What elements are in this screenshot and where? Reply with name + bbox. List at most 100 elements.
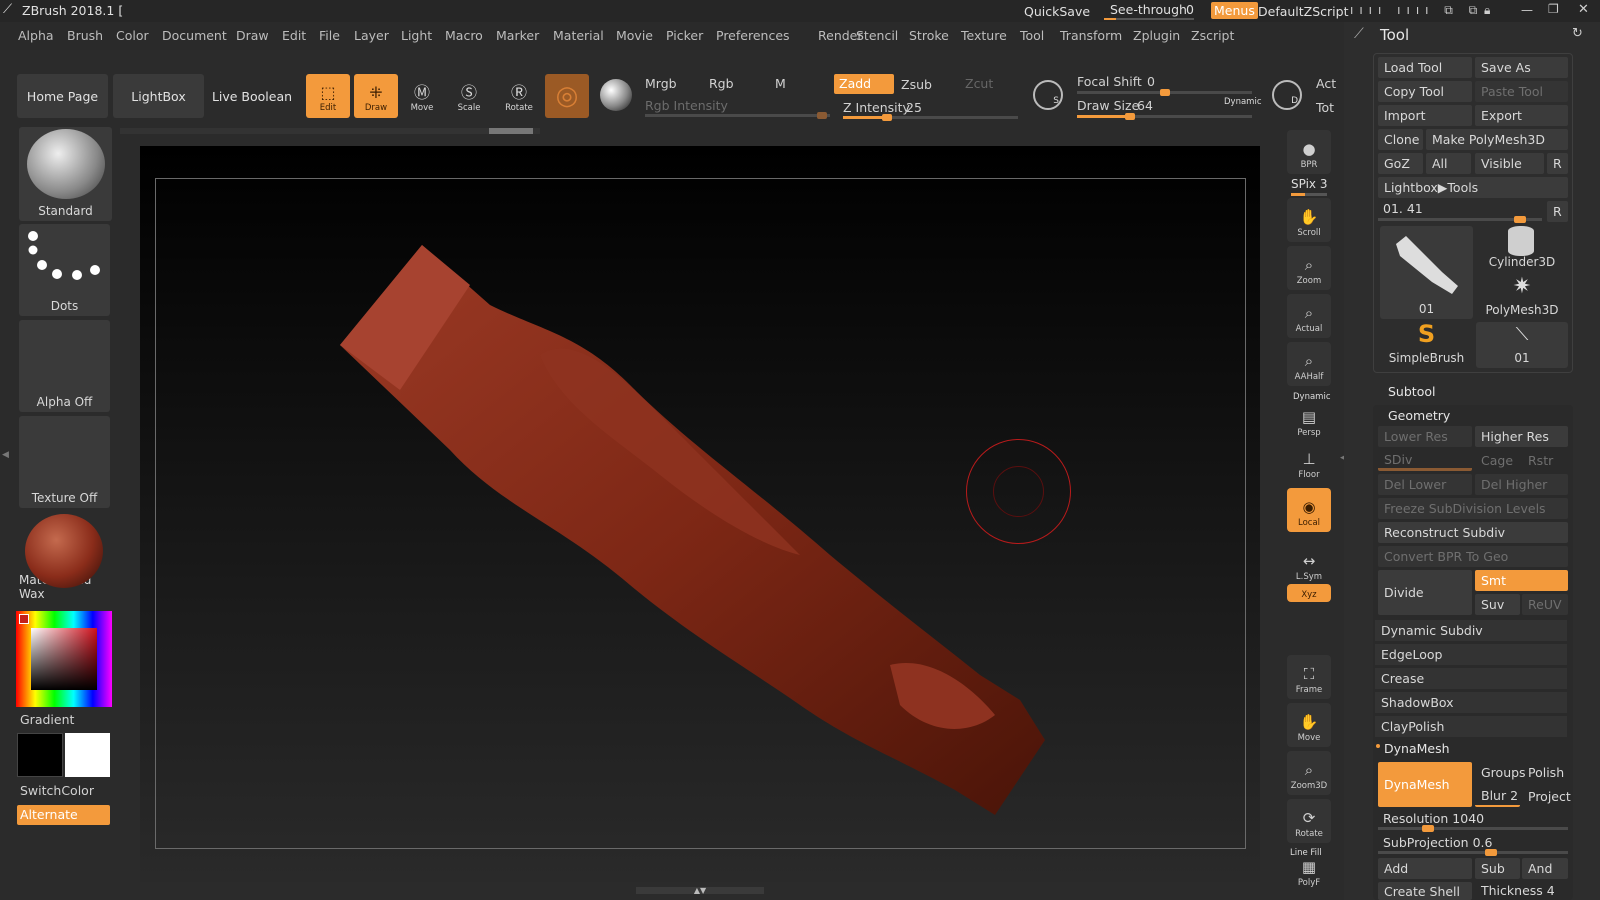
menu-zplugin[interactable]: Zplugin bbox=[1133, 28, 1180, 43]
copy-tool-button[interactable]: Copy Tool bbox=[1378, 81, 1472, 102]
zoom3d-button[interactable]: ⌕ Zoom3D bbox=[1287, 751, 1331, 795]
tool-slider[interactable] bbox=[1378, 216, 1542, 223]
polish-toggle[interactable]: Polish bbox=[1522, 762, 1568, 783]
menu-color[interactable]: Color bbox=[116, 28, 149, 43]
alternate-button[interactable]: Alternate bbox=[17, 805, 110, 825]
home-page-button[interactable]: Home Page bbox=[17, 74, 108, 118]
material-button[interactable]: MatCap Red Wax bbox=[19, 512, 110, 604]
dynamesh-section[interactable]: DynaMesh bbox=[1384, 741, 1450, 756]
lock-icon[interactable]: 🔒︎ bbox=[1484, 3, 1490, 18]
menu-macro[interactable]: Macro bbox=[445, 28, 483, 43]
menu-layer[interactable]: Layer bbox=[354, 28, 389, 43]
dynamic-subdiv-section[interactable]: Dynamic Subdiv bbox=[1375, 620, 1567, 641]
scroll-button[interactable]: ✋ Scroll bbox=[1287, 198, 1331, 242]
import-button[interactable]: Import bbox=[1378, 105, 1472, 126]
menu-transform[interactable]: Transform bbox=[1060, 28, 1122, 43]
menu-light[interactable]: Light bbox=[401, 28, 432, 43]
script-label[interactable]: DefaultZScript bbox=[1258, 4, 1349, 19]
divide-button[interactable]: Divide bbox=[1378, 570, 1472, 615]
zsub-button[interactable]: Zsub bbox=[901, 77, 932, 92]
z-intensity-slider[interactable] bbox=[843, 114, 1018, 121]
subtool-section[interactable]: Subtool bbox=[1388, 384, 1435, 399]
mrgb-button[interactable]: Mrgb bbox=[645, 76, 677, 91]
minimize-icon[interactable]: — bbox=[1521, 3, 1533, 17]
floor-button[interactable]: ⊥ Floor bbox=[1287, 440, 1331, 484]
see-through-label[interactable]: See-through bbox=[1110, 2, 1187, 17]
color-sphere-icon[interactable] bbox=[600, 79, 632, 111]
layout-icons[interactable]: ıııı ıııı ⧉ ⧉ bbox=[1350, 3, 1483, 18]
menu-alpha[interactable]: Alpha bbox=[18, 28, 54, 43]
menus-button[interactable]: Menus bbox=[1211, 2, 1258, 19]
move-button[interactable]: Ⓜ Move bbox=[400, 74, 444, 118]
tool-thumb-simplebrush[interactable]: S SimpleBrush bbox=[1380, 320, 1473, 368]
cage-button[interactable]: Cage bbox=[1475, 450, 1520, 471]
tool-thumb-01b[interactable]: ⟍ 01 bbox=[1476, 322, 1568, 368]
subprojection-slider[interactable] bbox=[1378, 849, 1568, 856]
reset-panel-icon[interactable]: ↻ bbox=[1572, 26, 1583, 41]
alpha-off-button[interactable]: Alpha Off bbox=[19, 320, 110, 412]
add-button[interactable]: Add bbox=[1378, 858, 1472, 879]
lsym-button[interactable]: ↔ L.Sym bbox=[1287, 542, 1331, 586]
menu-tool[interactable]: Tool bbox=[1020, 28, 1044, 43]
rotate-button[interactable]: ⟳ Rotate bbox=[1287, 799, 1331, 843]
menu-stroke[interactable]: Stroke bbox=[909, 28, 949, 43]
rgb-intensity-slider[interactable] bbox=[645, 112, 830, 119]
crease-section[interactable]: Crease bbox=[1375, 668, 1567, 689]
menu-material[interactable]: Material bbox=[553, 28, 604, 43]
smt-toggle[interactable]: Smt bbox=[1475, 570, 1568, 591]
menu-file[interactable]: File bbox=[319, 28, 340, 43]
texture-off-button[interactable]: Texture Off bbox=[19, 416, 110, 508]
menu-stencil[interactable]: Stencil bbox=[856, 28, 898, 43]
xyz-button[interactable]: Xyz bbox=[1287, 584, 1331, 602]
aahalf-button[interactable]: ⌕ AAHalf bbox=[1287, 342, 1331, 386]
higher-res-button[interactable]: Higher Res bbox=[1475, 426, 1568, 447]
and-button[interactable]: And bbox=[1522, 858, 1568, 879]
menu-picker[interactable]: Picker bbox=[666, 28, 703, 43]
load-tool-button[interactable]: Load Tool bbox=[1378, 57, 1472, 78]
close-icon[interactable]: ✕ bbox=[1578, 2, 1589, 17]
rgb-button[interactable]: Rgb bbox=[709, 76, 734, 91]
focal-shift-slider[interactable] bbox=[1077, 89, 1252, 96]
left-tray-handle[interactable]: ◀ bbox=[2, 450, 9, 460]
gradient-label[interactable]: Gradient bbox=[20, 712, 74, 727]
sym-s-icon[interactable]: S bbox=[1033, 80, 1063, 110]
switch-color-button[interactable]: SwitchColor bbox=[20, 783, 94, 798]
make-polymesh-button[interactable]: Make PolyMesh3D bbox=[1426, 129, 1568, 150]
goz-all-button[interactable]: All bbox=[1426, 153, 1471, 174]
lightbox-tools-button[interactable]: Lightbox▶Tools bbox=[1378, 177, 1568, 198]
shadowbox-section[interactable]: ShadowBox bbox=[1375, 692, 1567, 713]
canvas-scroll-bar[interactable] bbox=[120, 128, 540, 134]
local-button[interactable]: ◉ Local bbox=[1287, 488, 1331, 532]
draw-size-slider[interactable] bbox=[1077, 113, 1252, 120]
freeze-subdiv-button[interactable]: Freeze SubDivision Levels bbox=[1378, 498, 1568, 519]
polyf-button[interactable]: ▦ PolyF bbox=[1287, 848, 1331, 892]
tool-thumb-cylinder[interactable]: Cylinder3D bbox=[1476, 226, 1568, 272]
actual-button[interactable]: ⌕ Actual bbox=[1287, 294, 1331, 338]
lightbox-button[interactable]: LightBox bbox=[113, 74, 204, 118]
tool-slider-r-button[interactable]: R bbox=[1547, 201, 1568, 222]
color-picker-square[interactable] bbox=[31, 628, 97, 690]
clone-button[interactable]: Clone bbox=[1378, 129, 1423, 150]
material-sphere-button[interactable]: ◎ bbox=[545, 74, 589, 118]
paste-tool-button[interactable]: Paste Tool bbox=[1475, 81, 1568, 102]
brush-standard-button[interactable]: Standard bbox=[19, 127, 112, 221]
zadd-button[interactable]: Zadd bbox=[834, 74, 894, 94]
tool-panel-header[interactable]: Tool bbox=[1380, 26, 1409, 44]
blur-slider[interactable]: Blur 2 bbox=[1475, 786, 1520, 807]
draw-button[interactable]: ⁜ Draw bbox=[354, 74, 398, 118]
sdiv-slider[interactable]: SDiv bbox=[1378, 450, 1472, 471]
del-lower-button[interactable]: Del Lower bbox=[1378, 474, 1472, 495]
zcut-button[interactable]: Zcut bbox=[965, 76, 993, 91]
menu-brush[interactable]: Brush bbox=[67, 28, 103, 43]
convert-bpr-button[interactable]: Convert BPR To Geo bbox=[1378, 546, 1568, 567]
thickness-slider[interactable]: Thickness 4 bbox=[1475, 880, 1568, 900]
scale-button[interactable]: Ⓢ Scale bbox=[447, 74, 491, 118]
quicksave-button[interactable]: QuickSave bbox=[1024, 4, 1090, 19]
bottom-tray-handle[interactable]: ▲▼ bbox=[636, 887, 764, 895]
edit-button[interactable]: ⬚ Edit bbox=[306, 74, 350, 118]
geometry-section[interactable]: Geometry bbox=[1388, 408, 1450, 423]
menu-preferences[interactable]: Preferences bbox=[716, 28, 790, 43]
goz-r-button[interactable]: R bbox=[1547, 153, 1568, 174]
spix-slider[interactable] bbox=[1291, 193, 1327, 196]
sym-d-icon[interactable]: D bbox=[1272, 80, 1302, 110]
